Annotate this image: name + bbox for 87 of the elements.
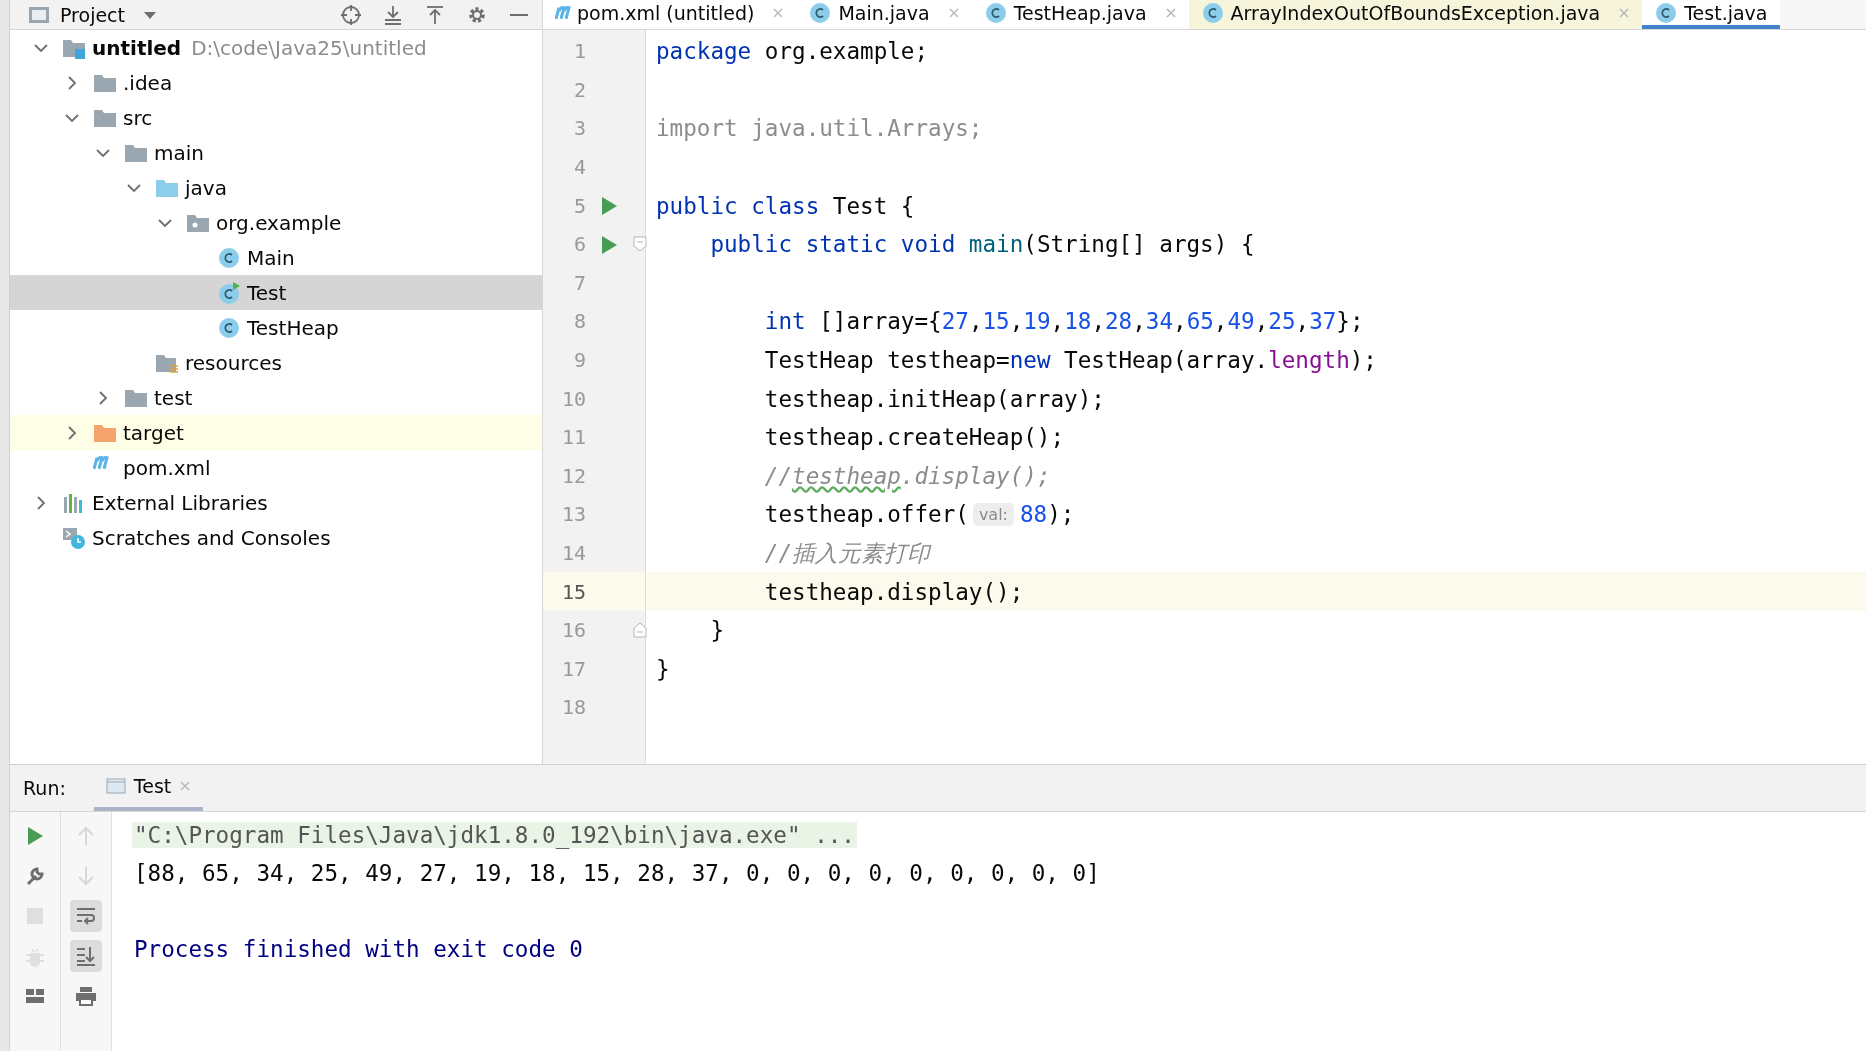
tree-item[interactable]: Scratches and Consoles (10, 520, 542, 555)
project-window-icon (28, 4, 50, 25)
editor-tab[interactable]: TestHeap.java (971, 0, 1189, 29)
print-icon (75, 985, 97, 1007)
line-number: 16 (560, 618, 586, 643)
line-number: 10 (560, 386, 586, 411)
tree-item[interactable]: org.example (10, 205, 542, 240)
code-text: 88); (1020, 501, 1075, 528)
class-icon (808, 0, 833, 25)
tree-item[interactable]: java (10, 170, 542, 205)
scroll-to-end-icon (75, 945, 97, 967)
code-line: testheap.createHeap(); (763, 423, 1066, 453)
line-number: 17 (560, 656, 586, 681)
tree-item[interactable]: TestHeap (10, 310, 542, 345)
tree-item[interactable]: main (10, 135, 542, 170)
soft-wrap-button[interactable] (70, 900, 102, 932)
run-label: Run: (23, 777, 66, 799)
editor-tab[interactable]: ArrayIndexOutOfBoundsException.java (1188, 0, 1643, 29)
console-exit-message: Process finished with exit code 0 (133, 936, 584, 962)
stop-icon (24, 905, 46, 927)
tree-item[interactable]: Test (10, 275, 542, 310)
class-icon (217, 245, 241, 270)
line-number: 5 (572, 193, 586, 218)
editor-tab[interactable]: pom.xml (untitled) (543, 0, 797, 29)
tree-item[interactable]: test (10, 380, 542, 415)
class-icon (1654, 0, 1679, 25)
run-tab[interactable]: Test (93, 765, 204, 811)
parameter-hint: val: (972, 502, 1014, 526)
run-icon[interactable] (600, 196, 618, 217)
code-line: import java.util.Arrays; (655, 114, 984, 144)
class-icon (1200, 0, 1225, 25)
line-number: 15 (560, 579, 586, 604)
tree-item[interactable]: .idea (10, 65, 542, 100)
code-line: //插入元素打印 (763, 538, 933, 568)
tree-item[interactable]: pom.xml (10, 450, 542, 485)
tree-item[interactable]: resources (10, 345, 542, 380)
expand-all-icon[interactable] (382, 3, 404, 26)
code-line: public class Test { (655, 191, 916, 221)
line-number: 11 (560, 425, 586, 450)
tree-item[interactable]: External Libraries (10, 485, 542, 520)
code-line: public static void main(String[] args) { (709, 230, 1256, 260)
line-number: 14 (560, 541, 586, 565)
code-line: int []array={27,15,19,18,28,34,65,49,25,37}; (763, 307, 1365, 337)
code-line: TestHeap testheap=new TestHeap(array.length); (763, 346, 1378, 376)
project-path: D:\code\Java25\untitled (191, 35, 427, 60)
soft-wrap-icon (75, 905, 97, 927)
maven-icon (93, 455, 109, 470)
class-icon (983, 0, 1008, 25)
line-number: 7 (572, 270, 586, 295)
line-number: 13 (560, 502, 586, 527)
line-number: 9 (572, 348, 586, 373)
project-title[interactable]: Project (60, 3, 125, 26)
arrow-down-icon (75, 865, 97, 887)
console-command: "C:\Program Files\Java\jdk1.8.0_192\bin\java.exe" ... (132, 822, 857, 848)
line-number: 6 (572, 232, 586, 257)
dropdown-caret-icon (143, 9, 157, 20)
code-line: package org.example; (655, 37, 930, 67)
collapse-all-icon[interactable] (424, 3, 446, 26)
tree-item[interactable]: Main (10, 240, 542, 275)
code-line: } (655, 654, 671, 684)
tree-item[interactable]: src (10, 100, 542, 135)
crosshair-icon[interactable] (340, 3, 362, 26)
line-number: 2 (572, 77, 586, 102)
scroll-to-end-button[interactable] (70, 940, 102, 972)
code-line: testheap.initHeap(array); (763, 384, 1106, 414)
maven-icon (555, 5, 571, 20)
code-text: testheap.offer( (763, 501, 969, 528)
line-number: 8 (572, 309, 586, 334)
wrench-icon (24, 865, 46, 887)
editor-tab[interactable]: Main.java (796, 0, 972, 29)
tree-item[interactable]: target (10, 415, 542, 450)
run-icon[interactable] (600, 234, 618, 255)
project-name: untitled (92, 35, 182, 60)
line-number: 1 (572, 39, 586, 64)
code-line: //testheap.display(); (763, 461, 1052, 491)
scratches-icon (62, 525, 86, 550)
code-line: } (709, 616, 725, 646)
tree-item[interactable]: untitled D:\code\Java25\untitled (10, 30, 542, 65)
editor-tab[interactable]: Test.java (1642, 0, 1780, 29)
line-number: 4 (572, 155, 586, 180)
runnable-class-icon (217, 280, 241, 305)
class-icon (217, 315, 241, 340)
line-number: 12 (560, 463, 586, 488)
console-output: [88, 65, 34, 25, 49, 27, 19, 18, 15, 28, 37, 0, 0, 0, 0, 0, 0, 0, 0, 0] (133, 860, 1101, 886)
line-number: 18 (560, 695, 586, 720)
console-icon (105, 777, 126, 795)
line-number: 3 (572, 116, 586, 141)
